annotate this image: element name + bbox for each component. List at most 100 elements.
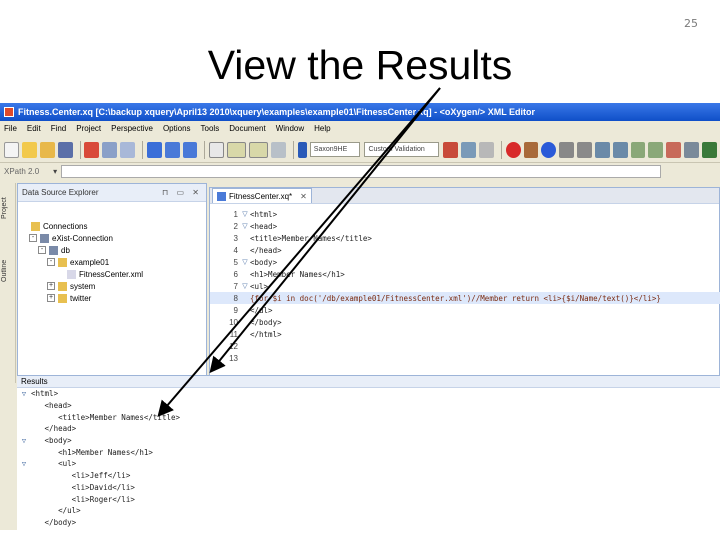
fold-toggle-icon[interactable]: ▽ — [240, 210, 250, 218]
chevron-down-icon[interactable]: ▾ — [53, 167, 57, 176]
menu-tools[interactable]: Tools — [201, 124, 220, 133]
print-icon[interactable] — [84, 141, 100, 158]
transformer-select[interactable]: Saxon9HE — [309, 142, 361, 157]
validate-icon[interactable] — [443, 141, 459, 158]
code-line[interactable]: 5 ▽ <body> — [210, 256, 720, 268]
xpath-input[interactable] — [61, 164, 662, 178]
fold-toggle-icon[interactable]: ▽ — [17, 390, 31, 398]
code-line[interactable]: 10 </body> — [210, 316, 720, 328]
debug-icon[interactable] — [478, 141, 494, 158]
xml-format-icon[interactable] — [684, 141, 700, 158]
grid-icon[interactable] — [209, 141, 225, 158]
comment-icon[interactable] — [612, 141, 628, 158]
configure-transform-icon[interactable] — [523, 141, 539, 158]
code-text: <body> — [250, 257, 278, 267]
menu-help[interactable]: Help — [314, 124, 330, 133]
db-icon — [49, 245, 58, 255]
result-line: </head> — [17, 423, 720, 435]
code-line[interactable]: 4 </head> — [210, 244, 720, 256]
expand-icon[interactable]: + — [47, 282, 55, 290]
expand-icon[interactable]: + — [47, 294, 55, 302]
code-text: <html> — [250, 209, 278, 219]
menu-perspective[interactable]: Perspective — [111, 124, 153, 133]
debug-run-icon[interactable] — [541, 141, 557, 158]
menu-file[interactable]: File — [4, 124, 17, 133]
code-line[interactable]: 3 <title>Member Names</title> — [210, 232, 720, 244]
panel-controls[interactable]: ⊓ ▭ ✕ — [162, 188, 202, 197]
pencil-icon[interactable] — [146, 141, 162, 158]
menu-project[interactable]: Project — [76, 124, 101, 133]
side-view-tabs: Project Outline — [0, 183, 16, 383]
result-line: <li>Jeff</li> — [17, 470, 720, 482]
menu-document[interactable]: Document — [229, 124, 265, 133]
tree-item[interactable]: - example01 — [20, 256, 206, 268]
attribute-tool-icon[interactable] — [648, 141, 664, 158]
find-icon[interactable] — [102, 141, 118, 158]
tag-tool-icon[interactable] — [630, 141, 646, 158]
result-line: ▽ <ul> — [17, 458, 720, 470]
tree-item[interactable]: + twitter — [20, 292, 206, 304]
open-url-icon[interactable] — [39, 141, 55, 158]
tree-item[interactable]: Connections — [20, 220, 206, 232]
menu-find[interactable]: Find — [51, 124, 67, 133]
xml-tag-icon[interactable] — [227, 141, 247, 158]
code-line[interactable]: 1 ▽ <html> — [210, 208, 720, 220]
save-icon[interactable] — [57, 141, 73, 158]
results-content[interactable]: ▽ <html> <head> <title>Member Names</titl… — [17, 388, 720, 530]
menu-window[interactable]: Window — [276, 124, 304, 133]
file-icon — [67, 269, 76, 279]
xpath-version-label[interactable]: XPath 2.0 — [4, 167, 39, 176]
db-icon — [40, 233, 49, 243]
new-file-icon[interactable] — [4, 141, 19, 158]
back-arrow-icon[interactable] — [164, 141, 180, 158]
xpath-toolbar: XPath 2.0 ▾ — [0, 163, 720, 179]
fold-toggle-icon[interactable]: ▽ — [240, 282, 250, 290]
toolbar-separator — [500, 140, 502, 159]
schema-icon[interactable] — [666, 141, 682, 158]
indent-icon[interactable] — [594, 141, 610, 158]
code-line[interactable]: 9 </ul> — [210, 304, 720, 316]
code-line[interactable]: 8 {for $i in doc('/db/example01/FitnessC… — [210, 292, 720, 304]
validation-select[interactable]: Custom Validation — [364, 142, 440, 157]
close-icon[interactable]: ✕ — [300, 192, 307, 201]
collapse-icon[interactable]: - — [38, 246, 46, 254]
fold-toggle-icon[interactable]: ▽ — [17, 437, 31, 445]
split-icon[interactable] — [270, 141, 286, 158]
code-line[interactable]: 7 ▽ <ul> — [210, 280, 720, 292]
xpath-profile-icon[interactable] — [559, 141, 575, 158]
find-files-icon[interactable] — [120, 141, 135, 158]
html-tag-icon[interactable] — [249, 141, 268, 158]
code-text: <ul> — [250, 281, 269, 291]
fold-toggle-icon[interactable]: ▽ — [17, 460, 31, 468]
wrench-icon[interactable] — [461, 141, 476, 158]
code-text: </ul> — [250, 305, 273, 315]
run-icon[interactable] — [297, 141, 307, 158]
collapse-icon[interactable]: - — [29, 234, 37, 242]
tree-item[interactable]: - db — [20, 244, 206, 256]
menu-edit[interactable]: Edit — [27, 124, 41, 133]
code-line[interactable]: 2 ▽ <head> — [210, 220, 720, 232]
slide-title: View the Results — [207, 42, 513, 88]
tree-item[interactable]: + system — [20, 280, 206, 292]
menu-options[interactable]: Options — [163, 124, 191, 133]
code-area[interactable]: 1 ▽ <html> 2 ▽ <head> 3 <title>Member Names</… — [210, 208, 720, 364]
window-titlebar[interactable]: Fitness.Center.xq [C:\backup xquery\Apri… — [0, 103, 720, 121]
tree-item[interactable]: FitnessCenter.xml — [20, 268, 206, 280]
open-folder-icon[interactable] — [21, 141, 37, 158]
code-line[interactable]: 11 </html> — [210, 328, 720, 340]
code-line[interactable]: 13 — [210, 352, 720, 364]
fold-toggle-icon[interactable]: ▽ — [240, 222, 250, 230]
forward-arrow-icon[interactable] — [182, 141, 198, 158]
code-line[interactable]: 12 — [210, 340, 720, 352]
tree-item[interactable]: - eXist-Connection — [20, 232, 206, 244]
format-icon[interactable] — [577, 141, 592, 158]
code-line[interactable]: 6 <h1>Member Names</h1> — [210, 268, 720, 280]
fold-toggle-icon[interactable]: ▽ — [240, 258, 250, 266]
apply-transform-icon[interactable] — [505, 141, 521, 158]
side-tab-outline[interactable]: Outline — [1, 249, 15, 293]
line-number: 6 — [233, 269, 238, 279]
editor-tab[interactable]: FitnessCenter.xq* ✕ — [212, 188, 312, 203]
side-tab-project[interactable]: Project — [1, 185, 15, 231]
check-icon[interactable] — [702, 141, 717, 158]
collapse-icon[interactable]: - — [47, 258, 55, 266]
